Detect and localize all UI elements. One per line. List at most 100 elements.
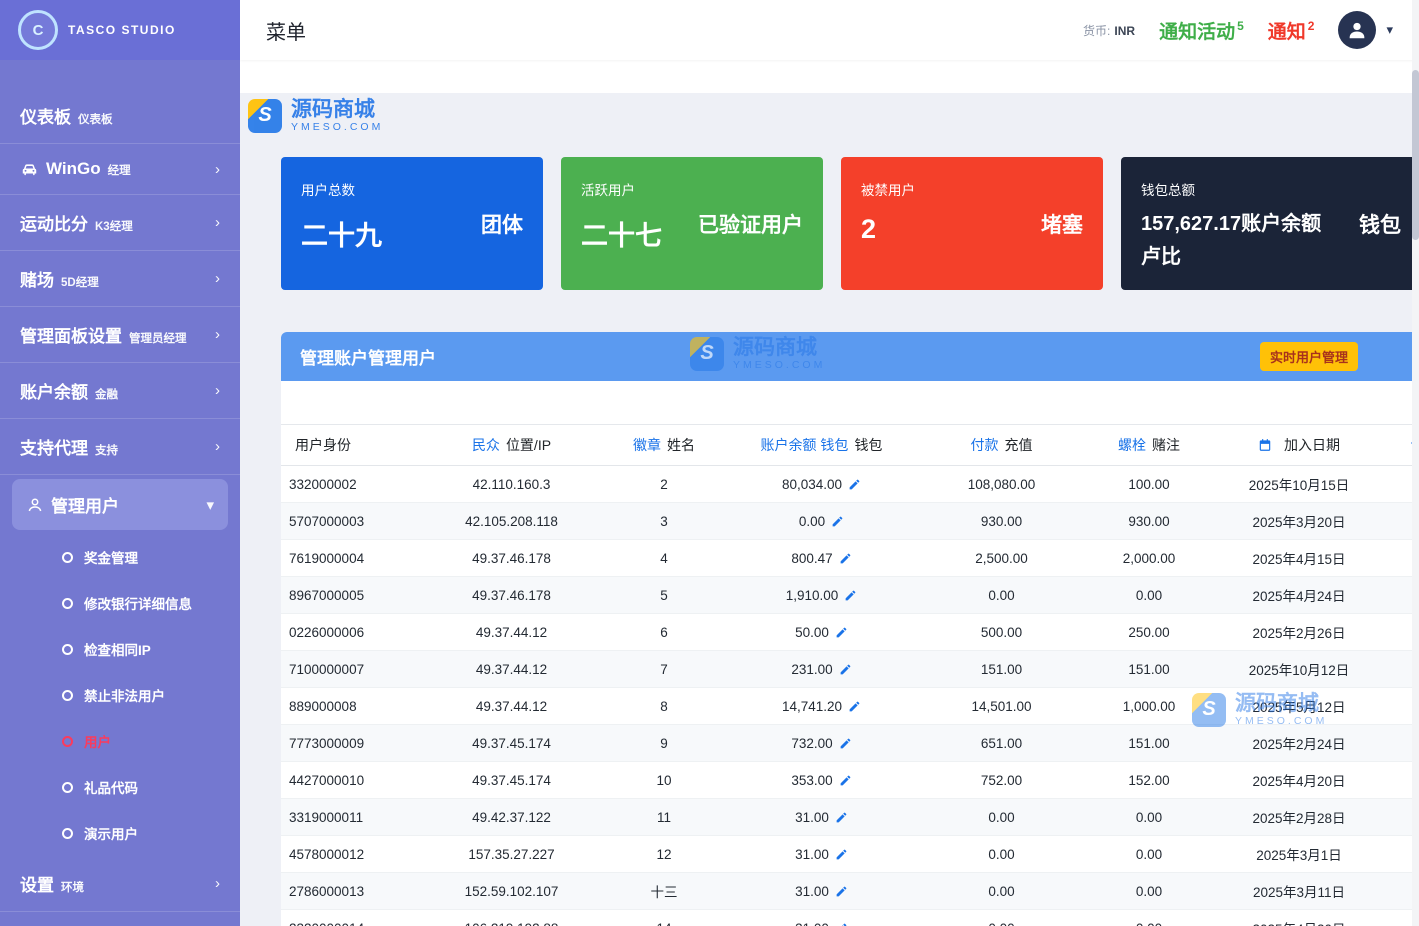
column-header-3[interactable]: 账户余额 钱包钱包 xyxy=(724,425,919,466)
column-label: 位置/IP xyxy=(506,437,551,453)
sidebar-item-0[interactable]: 仪表板仪表板 xyxy=(0,88,240,144)
sidebar-subitem-label: 奖金管理 xyxy=(84,547,138,567)
column-header-1[interactable]: 民众位置/IP xyxy=(419,425,604,466)
balance-wrap: 0.00 xyxy=(725,514,918,529)
sidebar-item-8[interactable]: 设置环境› xyxy=(0,856,240,912)
cell-user-id: 5707000003 xyxy=(281,503,419,540)
notification-activity-link[interactable]: 通知活动5 xyxy=(1159,17,1244,44)
column-sort-link[interactable]: 民众 xyxy=(472,437,500,453)
balance-wrap: 31.00 xyxy=(725,810,918,825)
sidebar-item-2[interactable]: 运动比分K3经理› xyxy=(0,195,240,251)
cell-recharge: 108,080.00 xyxy=(919,466,1084,503)
column-label: 充值 xyxy=(1005,437,1033,453)
cell-badge: 8 xyxy=(604,688,724,725)
cell-balance: 31.00 xyxy=(724,836,919,873)
chevron-right-icon: › xyxy=(215,382,220,399)
cell-recharge: 0.00 xyxy=(919,836,1084,873)
edit-balance-icon[interactable] xyxy=(835,885,848,898)
column-sort-link[interactable]: 螺栓 xyxy=(1118,437,1146,453)
cell-recharge: 0.00 xyxy=(919,873,1084,910)
stat-value: 二十七 xyxy=(581,214,662,253)
column-sort-link[interactable]: 账户余额 钱包 xyxy=(761,437,849,453)
sidebar-subitem-7-1[interactable]: 修改银行详细信息 xyxy=(0,580,240,626)
page-scrollbar-thumb[interactable] xyxy=(1412,70,1419,240)
stat-cards: 用户总数 二十九 团体 活跃用户 二十七 已验证用户 被禁用户 2 堵塞 钱包总… xyxy=(281,157,1419,290)
edit-balance-icon[interactable] xyxy=(839,774,852,787)
cell-user-id: 0226000006 xyxy=(281,614,419,651)
sidebar-item-5[interactable]: 账户余额金融› xyxy=(0,363,240,419)
sidebar-item-1[interactable]: WinGo经理› xyxy=(0,144,240,195)
edit-balance-icon[interactable] xyxy=(835,848,848,861)
stat-label: 被禁用户 xyxy=(861,179,915,199)
sidebar-subitem-7-0[interactable]: 奖金管理 xyxy=(0,534,240,580)
table-row: 88900000849.37.44.12814,741.2014,501.001… xyxy=(281,688,1419,725)
sidebar-subitem-7-6[interactable]: 演示用户 xyxy=(0,810,240,856)
cell-user-id: 3319000011 xyxy=(281,799,419,836)
edit-balance-icon[interactable] xyxy=(835,922,848,926)
bullet-icon xyxy=(62,690,73,701)
balance-value: 31.00 xyxy=(795,884,829,899)
cell-bet: 930.00 xyxy=(1084,503,1214,540)
edit-balance-icon[interactable] xyxy=(844,589,857,602)
balance-wrap: 14,741.20 xyxy=(725,699,918,714)
column-label: 加入日期 xyxy=(1284,437,1340,453)
stat-card-left: 用户总数 二十九 xyxy=(301,179,382,268)
sidebar-item-label: 设置 xyxy=(20,871,54,896)
table-scroll-area[interactable]: 用户身份民众位置/IP徽章姓名账户余额 钱包钱包付款充值螺栓赌注加入日期设置行动… xyxy=(281,425,1419,926)
cell-recharge: 500.00 xyxy=(919,614,1084,651)
cell-user-id: 7619000004 xyxy=(281,540,419,577)
stat-label: 活跃用户 xyxy=(581,179,662,199)
cell-recharge: 752.00 xyxy=(919,762,1084,799)
brand-logo[interactable]: C TASCO STUDIO xyxy=(0,0,240,60)
edit-balance-icon[interactable] xyxy=(839,552,852,565)
cell-badge: 12 xyxy=(604,836,724,873)
cell-bet: 100.00 xyxy=(1084,466,1214,503)
edit-balance-icon[interactable] xyxy=(839,737,852,750)
sidebar-subitem-7-2[interactable]: 检查相同IP xyxy=(0,626,240,672)
column-header-2[interactable]: 徽章姓名 xyxy=(604,425,724,466)
chevron-down-icon[interactable]: ▾ xyxy=(1386,22,1393,38)
edit-balance-icon[interactable] xyxy=(848,478,861,491)
column-sort-link[interactable]: 付款 xyxy=(971,437,999,453)
sidebar-item-6[interactable]: 支持代理支持› xyxy=(0,419,240,475)
sidebar-subitem-7-3[interactable]: 禁止非法用户 xyxy=(0,672,240,718)
cell-balance: 732.00 xyxy=(724,725,919,762)
column-header-6[interactable]: 加入日期 xyxy=(1214,425,1384,466)
cell-user-id: 7773000009 xyxy=(281,725,419,762)
column-header-5[interactable]: 螺栓赌注 xyxy=(1084,425,1214,466)
sidebar-item-3[interactable]: 赌场5D经理› xyxy=(0,251,240,307)
stat-value-secondary: 卢比 xyxy=(1141,240,1321,269)
cell-ip: 49.37.46.178 xyxy=(419,577,604,614)
stat-card-left: 活跃用户 二十七 xyxy=(581,179,662,268)
sidebar-subitem-7-5[interactable]: 礼品代码 xyxy=(0,764,240,810)
users-table-title: 管理账户管理用户 xyxy=(300,344,436,369)
column-header-0[interactable]: 用户身份 xyxy=(281,425,419,466)
sidebar-subitem-7-4[interactable]: 用户 xyxy=(0,718,240,764)
sidebar-item-7[interactable]: 管理用户▾ xyxy=(12,479,228,530)
column-sort-link[interactable]: 徽章 xyxy=(633,437,661,453)
live-user-management-badge[interactable]: 实时用户管理 xyxy=(1260,342,1358,371)
cell-badge: 10 xyxy=(604,762,724,799)
stat-value: 二十九 xyxy=(301,214,382,253)
cell-balance: 31.00 xyxy=(724,873,919,910)
sidebar-item-label: WinGo xyxy=(46,159,101,179)
calendar-icon xyxy=(1258,438,1272,452)
sidebar-item-sublabel: 5D经理 xyxy=(61,274,99,290)
notification-link[interactable]: 通知2 xyxy=(1268,17,1315,44)
edit-balance-icon[interactable] xyxy=(835,811,848,824)
sidebar-item-label: 运动比分 xyxy=(20,210,88,235)
sidebar-item-4[interactable]: 管理面板设置管理员经理› xyxy=(0,307,240,363)
edit-balance-icon[interactable] xyxy=(839,663,852,676)
cell-user-id: 4427000010 xyxy=(281,762,419,799)
edit-balance-icon[interactable] xyxy=(848,700,861,713)
brand-name: TASCO STUDIO xyxy=(68,23,176,37)
stat-card-left: 钱包总额 157,627.17账户余额 卢比 xyxy=(1141,179,1321,268)
cell-user-id: 4578000012 xyxy=(281,836,419,873)
page-scrollbar[interactable] xyxy=(1412,0,1419,926)
balance-value: 0.00 xyxy=(799,514,825,529)
edit-balance-icon[interactable] xyxy=(835,626,848,639)
column-header-4[interactable]: 付款充值 xyxy=(919,425,1084,466)
stat-card-total-users: 用户总数 二十九 团体 xyxy=(281,157,543,290)
edit-balance-icon[interactable] xyxy=(831,515,844,528)
user-avatar[interactable] xyxy=(1338,11,1376,49)
